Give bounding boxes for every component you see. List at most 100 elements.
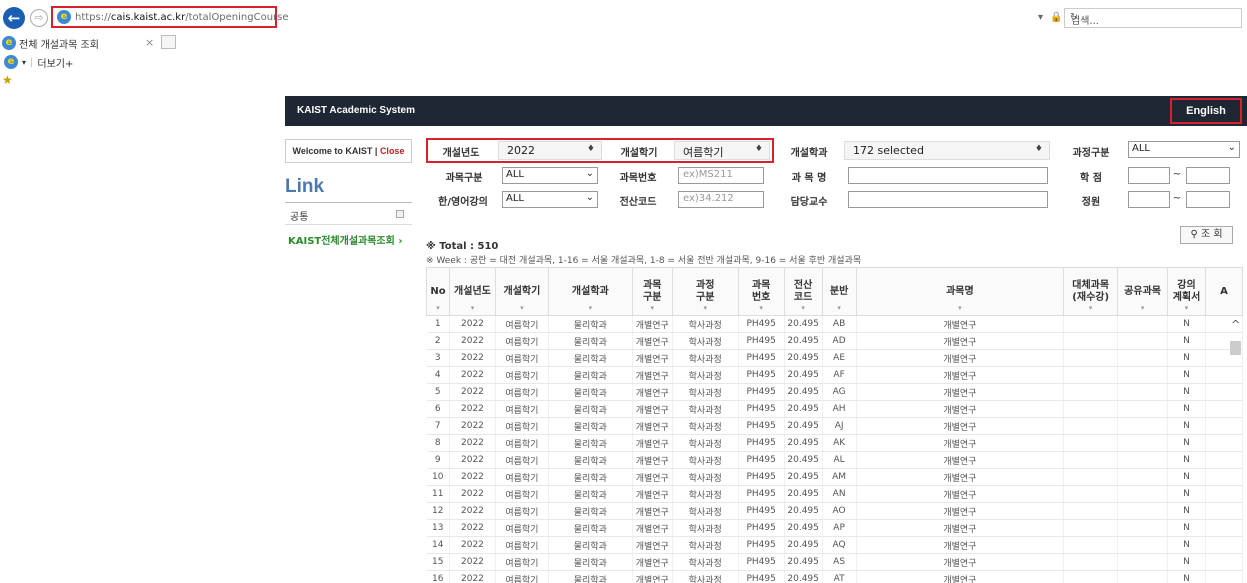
link-heading: Link: [285, 176, 325, 197]
sort-icon[interactable]: ▾: [823, 302, 856, 314]
year-select[interactable]: 2022 ♦: [498, 141, 602, 160]
more-button[interactable]: 더보기+: [37, 55, 73, 70]
capacity-max-input[interactable]: [1186, 191, 1230, 208]
table-row[interactable]: 11 2022 여름학기 물리학과 개별연구 학사과정 PH495 20.495 AN 개별연구 N: [426, 485, 1243, 503]
table-row[interactable]: 6 2022 여름학기 물리학과 개별연구 학사과정 PH495 20.495 AH 개별연구 N: [426, 400, 1243, 418]
sort-icon[interactable]: ▾: [673, 302, 738, 314]
dept-select[interactable]: 172 selected ♦: [844, 141, 1050, 160]
table-cell: [1117, 485, 1169, 503]
table-cell: [1063, 553, 1119, 571]
column-header[interactable]: 공유과목 ▾: [1117, 267, 1169, 316]
column-header[interactable]: 전산 코드 ▾: [783, 267, 823, 316]
table-row[interactable]: 5 2022 여름학기 물리학과 개별연구 학사과정 PH495 20.495 AG 개별연구 N: [426, 383, 1243, 401]
table-row[interactable]: 7 2022 여름학기 물리학과 개별연구 학사과정 PH495 20.495 AJ 개별연구 N: [426, 417, 1243, 435]
url-prefix: https://: [75, 11, 111, 23]
table-cell: 9: [426, 451, 450, 469]
table-cell: [1117, 383, 1169, 401]
forward-arrow-icon[interactable]: ⇨: [30, 9, 48, 27]
column-header[interactable]: A: [1204, 267, 1243, 316]
column-header[interactable]: 분반 ▾: [821, 267, 857, 316]
address-bar[interactable]: e https://cais.kaist.ac.kr/totalOpeningC…: [51, 6, 289, 28]
credit-max-input[interactable]: [1186, 167, 1230, 184]
sort-icon[interactable]: ▾: [857, 302, 1064, 314]
table-row[interactable]: 12 2022 여름학기 물리학과 개별연구 학사과정 PH495 20.495 AO 개별연구 N: [426, 502, 1243, 520]
sort-icon[interactable]: ▾: [1064, 302, 1117, 314]
column-header[interactable]: 과목 구분 ▾: [631, 267, 673, 316]
sidebar-item-total-courses[interactable]: KAIST전체개설과목조회 ›: [288, 232, 402, 247]
capacity-min-input[interactable]: [1128, 191, 1170, 208]
sort-icon[interactable]: ▾: [1168, 302, 1205, 314]
table-row[interactable]: 2 2022 여름학기 물리학과 개별연구 학사과정 PH495 20.495 AD 개별연구 N: [426, 332, 1243, 350]
capacity-label: 정원: [1081, 197, 1101, 208]
lang-select[interactable]: ALL ⌄: [502, 191, 598, 208]
table-body: 1 2022 여름학기 물리학과 개별연구 학사과정 PH495 20.495 AB 개별연구 N 2…: [426, 315, 1243, 583]
table-cell: 개별연구: [856, 383, 1065, 401]
subject-no-input[interactable]: ex)MS211: [678, 167, 764, 184]
column-header[interactable]: 과목명 ▾: [855, 267, 1065, 316]
expand-box-icon[interactable]: [396, 210, 404, 218]
table-cell: N: [1167, 332, 1206, 350]
table-row[interactable]: 13 2022 여름학기 물리학과 개별연구 학사과정 PH495 20.495 AP 개별연구 N: [426, 519, 1243, 537]
table-cell: [1063, 315, 1119, 333]
credit-min-input[interactable]: [1128, 167, 1170, 184]
chevron-down-icon[interactable]: ▾: [22, 58, 26, 67]
table-row[interactable]: 3 2022 여름학기 물리학과 개별연구 학사과정 PH495 20.495 AE 개별연구 N: [426, 349, 1243, 367]
column-header[interactable]: 개설학과 ▾: [547, 267, 633, 316]
table-cell: 여름학기: [495, 451, 549, 469]
sort-icon[interactable]: ▾: [739, 302, 784, 314]
sort-icon[interactable]: ▾: [633, 302, 672, 314]
column-header[interactable]: 대체과목 (재수강) ▾: [1063, 267, 1119, 316]
subject-type-select[interactable]: ALL ⌄: [502, 167, 598, 184]
column-header[interactable]: 과정 구분 ▾: [671, 267, 739, 316]
close-link[interactable]: Close: [380, 146, 405, 156]
table-cell: 물리학과: [548, 434, 633, 452]
table-row[interactable]: 1 2022 여름학기 물리학과 개별연구 학사과정 PH495 20.495 AB 개별연구 N: [426, 315, 1243, 333]
sort-icon[interactable]: ▾: [785, 302, 822, 314]
url-host: cais.kaist.ac.kr: [110, 11, 186, 23]
sidebar-item-common[interactable]: 공통: [285, 205, 412, 225]
subject-name-input[interactable]: [848, 167, 1048, 184]
credit-label: 학 점: [1080, 173, 1102, 184]
table-row[interactable]: 10 2022 여름학기 물리학과 개별연구 학사과정 PH495 20.495 AM 개별연구 N: [426, 468, 1243, 486]
favorites-star-icon[interactable]: ★: [2, 73, 13, 87]
table-row[interactable]: 9 2022 여름학기 물리학과 개별연구 학사과정 PH495 20.495 AL 개별연구 N: [426, 451, 1243, 469]
table-row[interactable]: 16 2022 여름학기 물리학과 개별연구 학사과정 PH495 20.495 AT 개별연구 N: [426, 570, 1243, 583]
prof-input[interactable]: [848, 191, 1048, 208]
sort-icon[interactable]: ▾: [549, 302, 632, 314]
scroll-thumb[interactable]: [1230, 341, 1241, 355]
table-cell: 물리학과: [548, 536, 633, 554]
table-cell: 여름학기: [495, 315, 549, 333]
sort-icon[interactable]: ▾: [450, 302, 495, 314]
column-header[interactable]: No ▾: [426, 267, 450, 316]
table-row[interactable]: 14 2022 여름학기 물리학과 개별연구 학사과정 PH495 20.495 AQ 개별연구 N: [426, 536, 1243, 554]
column-header[interactable]: 개설학기 ▾: [494, 267, 549, 316]
code-input[interactable]: ex)34.212: [678, 191, 764, 208]
table-row[interactable]: 4 2022 여름학기 물리학과 개별연구 학사과정 PH495 20.495 AF 개별연구 N: [426, 366, 1243, 384]
sort-icon[interactable]: ▾: [496, 302, 548, 314]
semester-select[interactable]: 여름학기 ♦: [674, 141, 770, 160]
browser-search-input[interactable]: 검색...: [1064, 8, 1242, 28]
ie-menu-icon[interactable]: e: [4, 55, 18, 69]
course-type-select[interactable]: ALL ⌄: [1128, 141, 1240, 158]
column-header[interactable]: 개설년도 ▾: [448, 267, 496, 316]
table-cell: 물리학과: [548, 553, 633, 571]
english-button[interactable]: English: [1170, 98, 1242, 124]
search-button[interactable]: ⚲ 조 회: [1180, 226, 1233, 244]
sort-icon[interactable]: ▾: [427, 302, 449, 314]
column-header[interactable]: 강의 계획서 ▾: [1167, 267, 1206, 316]
close-tab-icon[interactable]: ×: [145, 36, 154, 49]
table-cell: 물리학과: [548, 451, 633, 469]
table-row[interactable]: 15 2022 여름학기 물리학과 개별연구 학사과정 PH495 20.495 AS 개별연구 N: [426, 553, 1243, 571]
vertical-scrollbar[interactable]: ^: [1228, 318, 1243, 583]
new-tab-button[interactable]: [161, 35, 176, 49]
browser-tab[interactable]: e 전체 개설과목 조회: [2, 35, 99, 51]
table-cell: [1117, 366, 1169, 384]
sort-icon[interactable]: ▾: [1118, 302, 1167, 314]
table-cell: 2022: [449, 434, 496, 452]
table-cell: N: [1167, 485, 1206, 503]
scroll-up-icon[interactable]: ^: [1231, 318, 1240, 331]
table-row[interactable]: 8 2022 여름학기 물리학과 개별연구 학사과정 PH495 20.495 AK 개별연구 N: [426, 434, 1243, 452]
table-cell: 2: [426, 332, 450, 350]
column-header[interactable]: 과목 번호 ▾: [737, 267, 785, 316]
back-arrow-icon[interactable]: ←: [3, 7, 25, 29]
